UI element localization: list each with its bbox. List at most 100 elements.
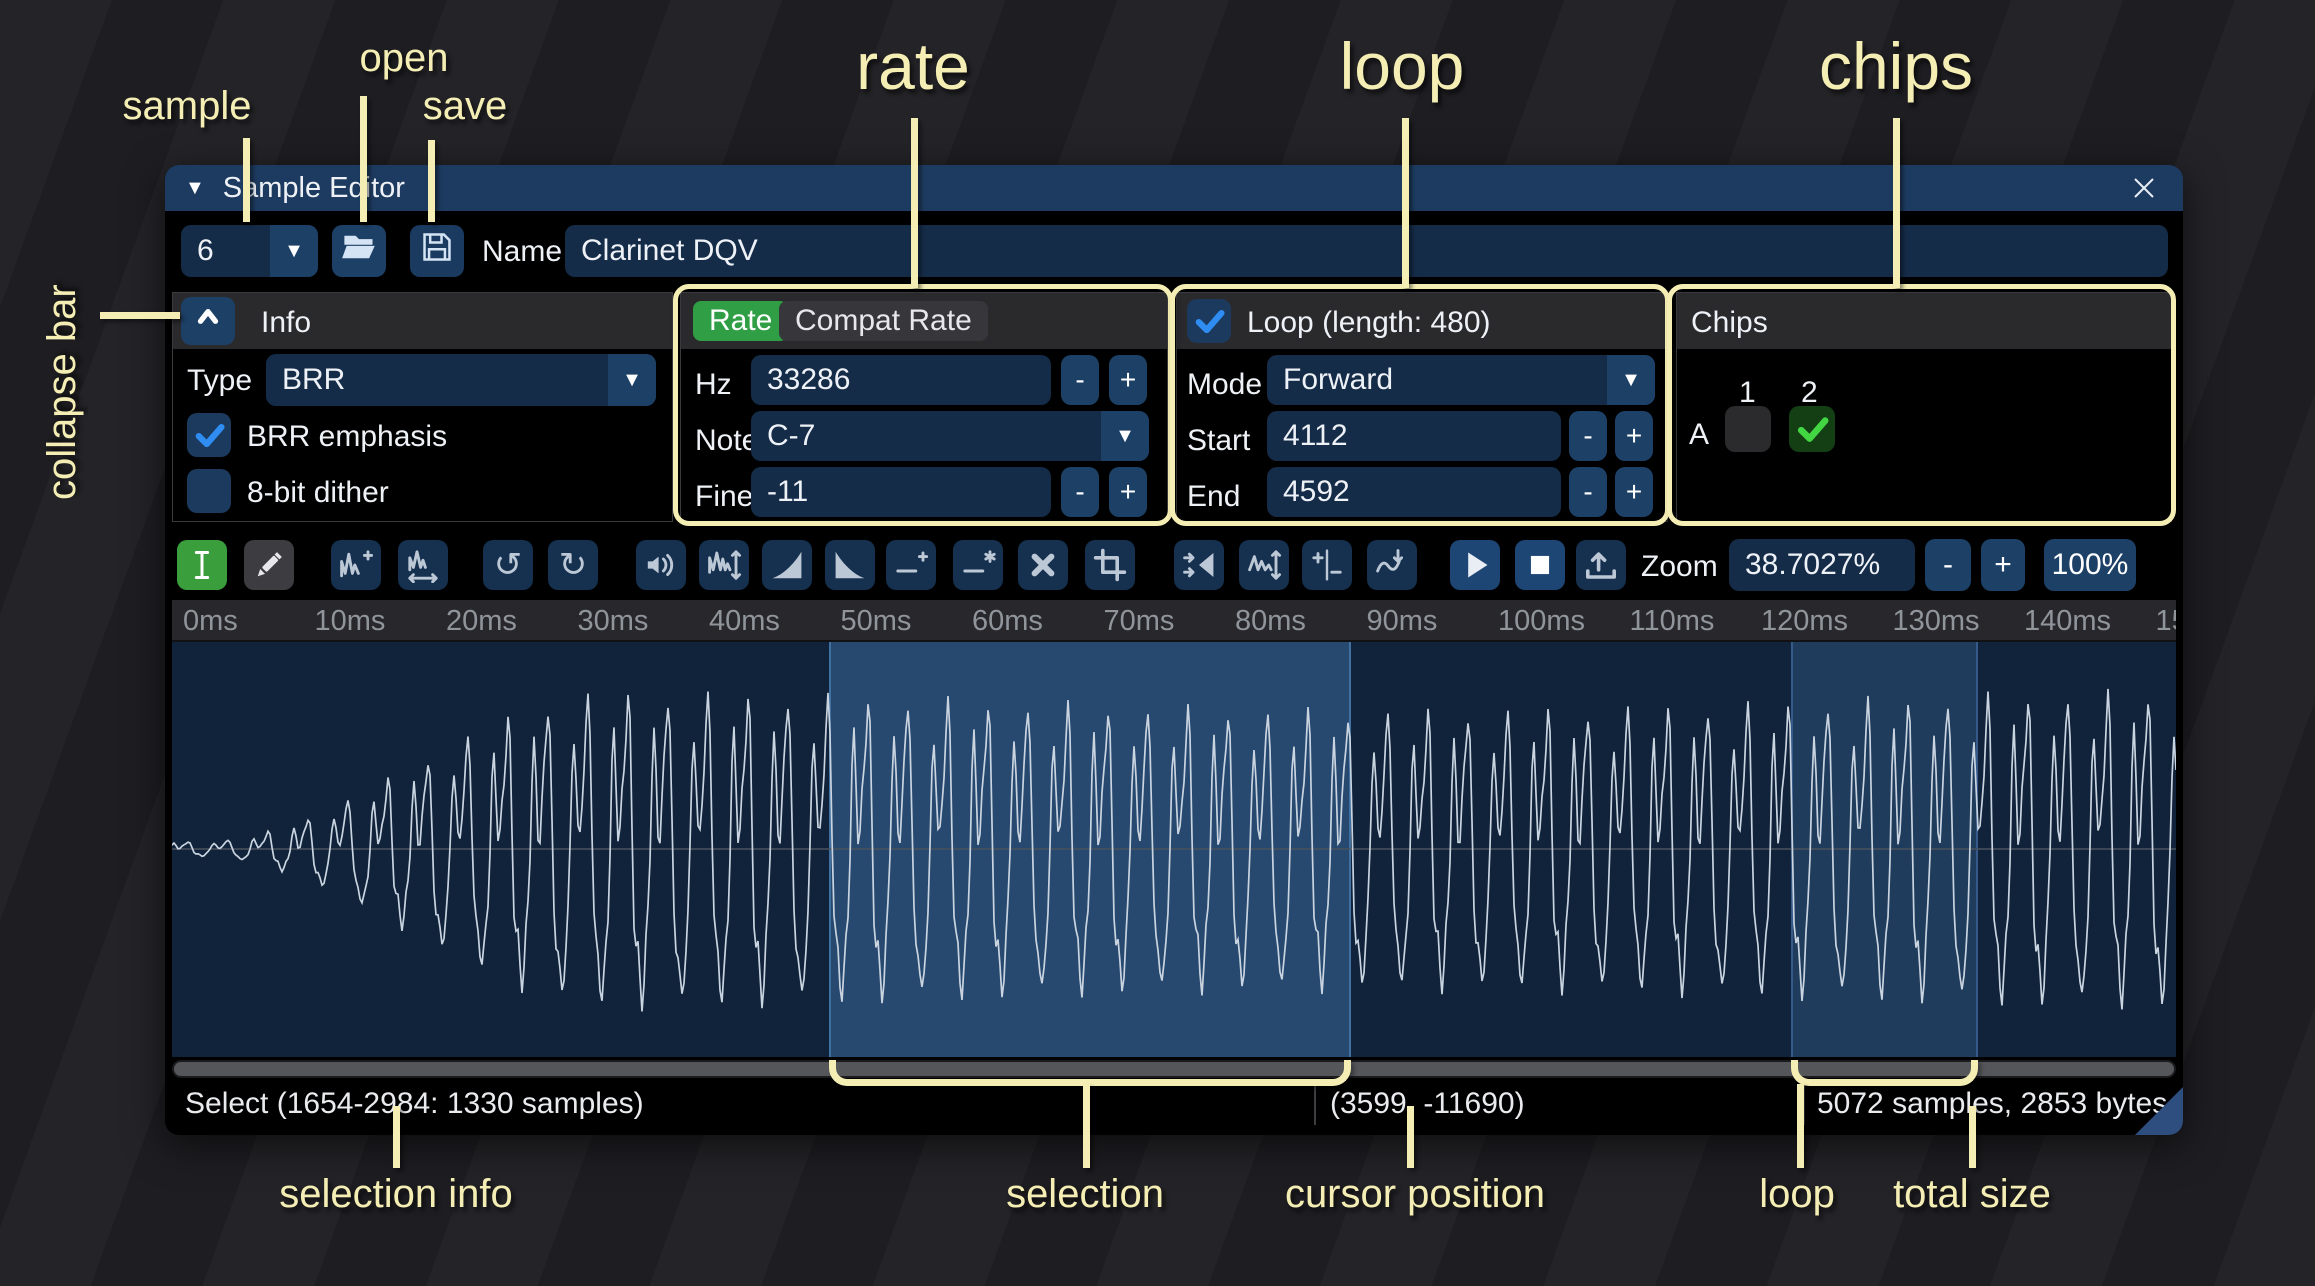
fade-in-button[interactable] <box>762 540 812 590</box>
loop-header-label: Loop (length: 480) <box>1247 306 1491 340</box>
loop-end-plus-button[interactable]: + <box>1615 467 1653 517</box>
delete-button[interactable] <box>1018 540 1068 590</box>
collapse-bar-button[interactable] <box>181 297 235 345</box>
amplify-button[interactable] <box>636 540 686 590</box>
undo-button[interactable]: ↺ <box>483 540 533 590</box>
loop-start-input[interactable]: 4112 <box>1267 411 1561 461</box>
compat-rate-tab[interactable]: Compat Rate <box>779 301 988 341</box>
fine-input[interactable]: -11 <box>751 467 1051 517</box>
normalize-button[interactable] <box>699 540 749 590</box>
ruler-tick: 130ms <box>1893 605 1980 638</box>
folder-open-icon <box>341 230 377 272</box>
ruler-tick: 150ms <box>2156 605 2177 638</box>
ruler-tick: 50ms <box>841 605 912 638</box>
apply-filter-button[interactable] <box>1367 540 1417 590</box>
ruler-tick: 100ms <box>1498 605 1585 638</box>
note-dropdown[interactable]: C-7 ▼ <box>751 411 1149 461</box>
loop-start-plus-button[interactable]: + <box>1615 411 1653 461</box>
save-button[interactable] <box>410 225 464 277</box>
dither-checkbox[interactable] <box>187 469 231 513</box>
reverse-button[interactable] <box>1174 540 1224 590</box>
fade-out-button[interactable] <box>825 540 875 590</box>
waveform-display[interactable] <box>172 642 2176 1057</box>
status-separator <box>1314 1085 1316 1125</box>
signed-unsigned-button[interactable] <box>1302 540 1352 590</box>
zoom-in-button[interactable]: + <box>1981 539 2025 591</box>
import-button[interactable] <box>1576 540 1626 590</box>
insert-silence-button[interactable] <box>886 540 936 590</box>
annotation-line-loop <box>1402 118 1409 288</box>
type-dropdown[interactable]: BRR ▼ <box>266 354 656 406</box>
loop-panel: Loop (length: 480) Mode Forward ▼ Start … <box>1176 292 1668 522</box>
chip-column-1: 1 <box>1739 376 1756 410</box>
hz-plus-button[interactable]: + <box>1109 355 1147 405</box>
loop-end-input[interactable]: 4592 <box>1267 467 1561 517</box>
chip-column-2: 2 <box>1801 376 1818 410</box>
rate-tab[interactable]: Rate <box>693 301 788 341</box>
trim-button[interactable] <box>1085 540 1135 590</box>
fine-plus-button[interactable]: + <box>1109 467 1147 517</box>
chevron-down-icon[interactable]: ▼ <box>270 225 318 277</box>
brr-emphasis-checkbox[interactable] <box>187 413 231 457</box>
chevron-down-icon[interactable]: ▼ <box>608 354 656 406</box>
loop-start-label: Start <box>1187 424 1250 458</box>
open-button[interactable] <box>332 225 386 277</box>
play-button[interactable] <box>1450 540 1500 590</box>
hz-value: 33286 <box>767 363 850 397</box>
loop-start-minus-button[interactable]: - <box>1569 411 1607 461</box>
hz-label: Hz <box>695 368 732 402</box>
annotation-chips: chips <box>1819 28 1973 104</box>
info-header-label: Info <box>261 306 311 340</box>
dither-label: 8-bit dither <box>247 476 389 510</box>
brr-emphasis-label: BRR emphasis <box>247 420 447 454</box>
chips-panel: Chips 1 2 A <box>1676 292 2172 522</box>
note-value: C-7 <box>767 419 815 453</box>
zoom-reset-button[interactable]: 100% <box>2044 539 2136 591</box>
resample-button[interactable] <box>398 540 448 590</box>
window-collapse-icon[interactable]: ▼ <box>185 177 205 200</box>
stop-button[interactable] <box>1515 540 1565 590</box>
chevron-down-icon[interactable]: ▼ <box>1607 355 1655 405</box>
zoom-label: Zoom <box>1641 550 1718 584</box>
hz-minus-button[interactable]: - <box>1061 355 1099 405</box>
annotation-total-size: total size <box>1893 1172 2051 1217</box>
apply-silence-button[interactable] <box>953 540 1003 590</box>
annotation-line-save <box>428 140 435 222</box>
resize-grip[interactable] <box>2135 1087 2183 1135</box>
fine-minus-button[interactable]: - <box>1061 467 1099 517</box>
chip-1-checkbox[interactable] <box>1725 406 1771 452</box>
loop-checkbox[interactable] <box>1187 299 1231 343</box>
titlebar[interactable]: ▼ Sample Editor <box>165 165 2183 211</box>
zoom-value-input[interactable]: 38.7027% <box>1729 539 1915 591</box>
loop-end-minus-button[interactable]: - <box>1569 467 1607 517</box>
zoom-value: 38.7027% <box>1745 548 1880 582</box>
hz-input[interactable]: 33286 <box>751 355 1051 405</box>
ruler-tick: 20ms <box>446 605 517 638</box>
loop-start-value: 4112 <box>1283 419 1348 453</box>
annotation-selection: selection <box>1006 1172 1164 1217</box>
annotation-collapse-bar: collapse bar <box>40 190 85 500</box>
sample-index-dropdown[interactable]: 6 ▼ <box>181 225 318 277</box>
zoom-out-button[interactable]: - <box>1925 539 1971 591</box>
edit-mode-draw-button[interactable] <box>244 540 294 590</box>
redo-button[interactable]: ↻ <box>548 540 598 590</box>
sample-editor-window: ▼ Sample Editor 6 ▼ Name Clarinet DQV In… <box>165 165 2183 1135</box>
annotation-line-sample <box>243 138 250 222</box>
ruler-tick: 110ms <box>1630 605 1715 638</box>
chip-2-checkbox[interactable] <box>1789 406 1835 452</box>
loop-mode-value: Forward <box>1283 363 1393 397</box>
time-ruler[interactable]: 0ms10ms20ms30ms40ms50ms60ms70ms80ms90ms1… <box>172 600 2176 642</box>
name-input[interactable]: Clarinet DQV <box>565 225 2168 277</box>
annotation-sample: sample <box>123 84 252 129</box>
annotation-selection-info: selection info <box>279 1172 512 1217</box>
status-selection-info: Select (1654-2984: 1330 samples) <box>185 1087 644 1121</box>
check-icon <box>192 418 226 452</box>
edit-mode-select-button[interactable] <box>177 540 227 590</box>
loop-mode-dropdown[interactable]: Forward ▼ <box>1267 355 1655 405</box>
ruler-tick: 90ms <box>1367 605 1438 638</box>
invert-button[interactable] <box>1239 540 1289 590</box>
chevron-down-icon[interactable]: ▼ <box>1101 411 1149 461</box>
annotation-cursor-position: cursor position <box>1285 1172 1545 1217</box>
resize-button[interactable] <box>331 540 381 590</box>
close-icon[interactable] <box>2127 171 2161 205</box>
